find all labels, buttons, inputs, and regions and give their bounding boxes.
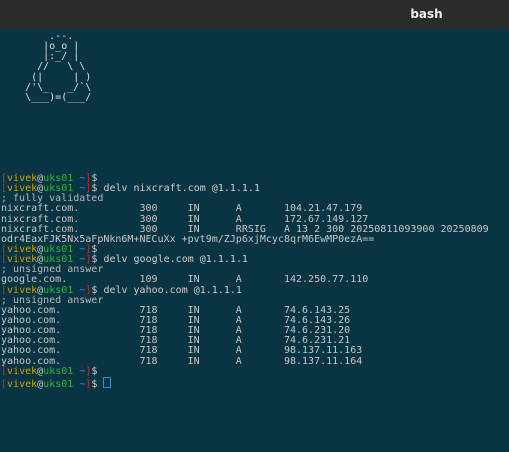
ascii-art-line — [1, 113, 489, 123]
ascii-art-line — [1, 144, 489, 154]
output-line: google.com. 109 IN A 142.250.77.110 — [1, 274, 369, 286]
window-title-text: bash — [410, 7, 443, 21]
ascii-art-line — [1, 154, 489, 164]
prompt-line: [vivek@uks01 ~]$ — [1, 365, 489, 377]
prompt-host: uks01 — [43, 365, 74, 377]
command-text: delv yahoo.com @1.1.1.1 — [103, 284, 242, 296]
prompt-line: [vivek@uks01 ~]$ — [1, 376, 489, 390]
command-text: delv google.com @1.1.1.1 — [103, 254, 248, 266]
ascii-art-line: \___)=(___/ — [1, 91, 92, 103]
output-line: nixcraft.com. 300 IN A 104.21.47.179 — [1, 203, 363, 215]
prompt-sign: $ — [91, 284, 98, 296]
prompt-user: vivek — [7, 284, 38, 296]
prompt-sign: $ — [91, 365, 98, 377]
command-text: delv nixcraft.com @1.1.1.1 — [103, 183, 260, 195]
prompt-host: uks01 — [43, 284, 74, 296]
terminal-window: bash .--. |o_o | |:_/ | // \ \ (| | ) /'… — [0, 0, 509, 452]
ascii-art-line — [1, 133, 489, 143]
ascii-art-line — [1, 123, 489, 133]
prompt-host: uks01 — [43, 378, 74, 390]
prompt-user: vivek — [7, 378, 38, 390]
prompt-user: vivek — [7, 365, 38, 377]
title-bar[interactable]: bash — [0, 0, 509, 29]
output-line: yahoo.com. 718 IN A 98.137.11.163 — [1, 345, 363, 357]
terminal-output-area[interactable]: .--. |o_o | |:_/ | // \ \ (| | ) /'\_ _/… — [0, 29, 509, 452]
window-title: bash — [0, 7, 509, 21]
terminal-lines: .--. |o_o | |:_/ | // \ \ (| | ) /'\_ _/… — [1, 31, 489, 390]
prompt-sign: $ — [91, 378, 98, 390]
text-cursor[interactable] — [103, 376, 112, 388]
ascii-art-line — [1, 103, 489, 113]
